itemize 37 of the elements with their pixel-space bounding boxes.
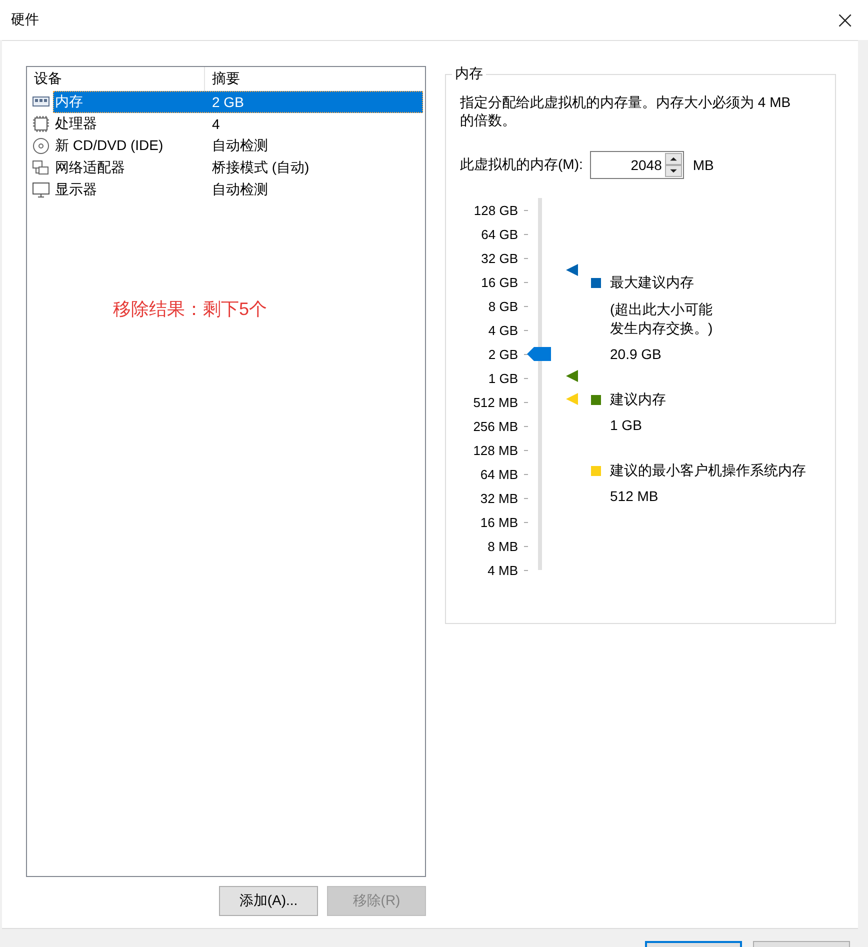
- annotation-text: 移除结果：剩下5个: [113, 298, 268, 321]
- scale-label: 64 GB: [481, 226, 518, 242]
- scale-label: 4 GB: [488, 322, 518, 338]
- scale-label: 16 GB: [481, 274, 518, 290]
- scale-label: 64 MB: [480, 466, 518, 482]
- scale-label: 512 MB: [473, 394, 518, 410]
- description-text: 指定分配给此虚拟机的内存量。内存大小必须为 4 MB 的倍数。: [460, 93, 792, 129]
- legend-value: 512 MB: [610, 488, 660, 504]
- scale-label: 256 MB: [473, 418, 518, 434]
- memory-spin-field[interactable]: 2048: [590, 151, 684, 179]
- scale-label: 32 GB: [481, 250, 518, 266]
- legend-title: 最大建议内存: [610, 274, 694, 292]
- device-row[interactable]: 新 CD/DVD (IDE) 自动检测: [53, 135, 423, 157]
- field-label: 此虚拟机的内存(M):: [460, 156, 583, 174]
- legend-value: 20.9 GB: [610, 346, 662, 362]
- device-row[interactable]: 处理器 4: [53, 113, 423, 135]
- scale-label: 2 GB: [488, 346, 518, 362]
- scale-label: 128 GB: [474, 202, 518, 218]
- device-row[interactable]: 显示器 自动检测: [53, 179, 423, 201]
- legend-value: 1 GB: [610, 417, 643, 433]
- window-title: 硬件: [11, 11, 39, 29]
- scale-label: 16 MB: [480, 514, 518, 530]
- legend-title: 建议内存: [610, 391, 666, 409]
- scale-label: 32 MB: [480, 490, 518, 506]
- device-row[interactable]: 网络适配器 桥接模式 (自动): [53, 157, 423, 179]
- scale-label: 8 MB: [488, 538, 518, 554]
- device-row[interactable]: 内存 2 GB: [53, 91, 423, 113]
- legend-note: (超出此大小可能发生内存交换。): [610, 300, 714, 338]
- legend-title: 建议的最小客户机操作系统内存: [610, 462, 806, 480]
- column-header[interactable]: 摘要: [205, 67, 425, 91]
- scale-label: 1 GB: [488, 370, 518, 386]
- unit-label: MB: [692, 157, 714, 173]
- scale-label: 4 MB: [488, 562, 518, 578]
- group-title: 内存: [452, 65, 486, 83]
- scale-label: 128 MB: [473, 442, 518, 458]
- scale-label: 8 GB: [488, 298, 518, 314]
- dialog-button[interactable]: 添加(A)...: [219, 886, 318, 916]
